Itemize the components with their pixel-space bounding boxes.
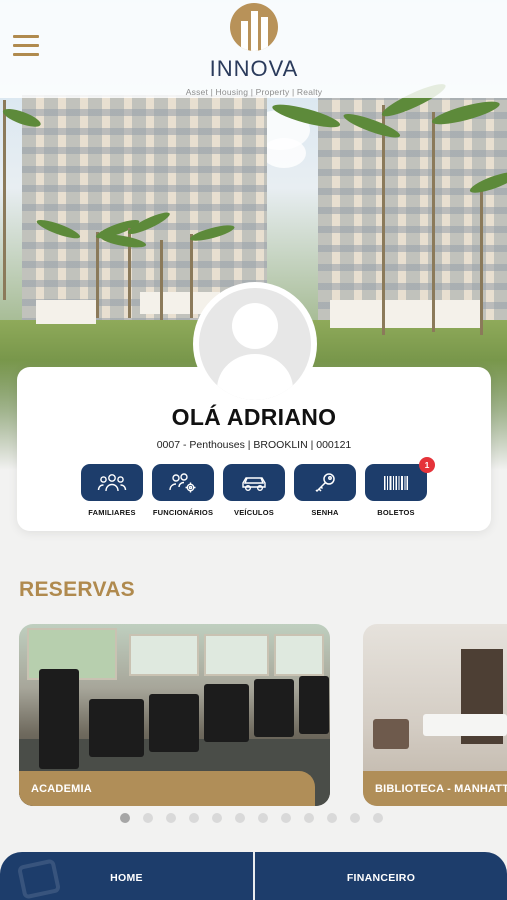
carousel-dot[interactable]: [373, 813, 383, 823]
bottom-navigation: HOME FINANCEIRO: [0, 852, 507, 900]
carousel-dot[interactable]: [212, 813, 222, 823]
carousel-dot[interactable]: [258, 813, 268, 823]
greeting-title: OLÁ ADRIANO: [171, 404, 337, 430]
funcionarios-label: FUNCIONÁRIOS: [152, 508, 214, 517]
brand-logo: INNOVA Asset | Housing | Property | Real…: [183, 3, 325, 97]
app-header: INNOVA Asset | Housing | Property | Real…: [0, 0, 507, 98]
reservas-section-title: RESERVAS: [19, 578, 135, 601]
employees-icon: [169, 472, 196, 492]
carousel-dot[interactable]: [304, 813, 314, 823]
reserva-label-academia: ACADEMIA: [19, 771, 315, 806]
carousel-dot[interactable]: [143, 813, 153, 823]
key-icon: [315, 472, 335, 492]
senha-button[interactable]: SENHA: [294, 464, 356, 517]
carousel-dot[interactable]: [235, 813, 245, 823]
boletos-button[interactable]: 1 BOLETOS: [365, 457, 435, 517]
barcode-icon: [384, 475, 408, 490]
hamburger-menu-icon[interactable]: [13, 35, 39, 57]
carousel-dot[interactable]: [120, 813, 130, 823]
avatar[interactable]: [193, 282, 317, 406]
reserva-label-biblioteca: BIBLIOTECA - MANHATTAN: [363, 771, 507, 806]
brand-tagline: Asset | Housing | Property | Realty: [185, 87, 323, 97]
brand-name: INNOVA: [209, 56, 299, 81]
veiculos-label: VEÍCULOS: [234, 508, 274, 517]
carousel-dot[interactable]: [327, 813, 337, 823]
family-icon: [97, 473, 127, 491]
avatar-placeholder-icon: [199, 288, 311, 400]
carousel-dot[interactable]: [189, 813, 199, 823]
carousel-dot[interactable]: [281, 813, 291, 823]
car-icon: [242, 476, 266, 491]
boletos-notification-badge: 1: [419, 457, 435, 473]
familiares-label: FAMILIARES: [88, 508, 136, 517]
carousel-dot[interactable]: [350, 813, 360, 823]
unit-info: 0007 - Penthouses | BROOKLIN | 000121: [156, 439, 352, 451]
reserva-card-biblioteca[interactable]: BIBLIOTECA - MANHATTAN: [363, 624, 507, 806]
nav-item-financeiro[interactable]: FINANCEIRO: [255, 852, 507, 900]
carousel-dot[interactable]: [166, 813, 176, 823]
senha-label: SENHA: [311, 508, 339, 517]
reserva-card-academia[interactable]: ACADEMIA: [19, 624, 330, 806]
nav-item-home[interactable]: HOME: [0, 852, 253, 900]
brand-logo-mark: [230, 3, 278, 51]
boletos-label: BOLETOS: [377, 508, 415, 517]
funcionarios-button[interactable]: FUNCIONÁRIOS: [152, 464, 214, 517]
veiculos-button[interactable]: VEÍCULOS: [223, 464, 285, 517]
familiares-button[interactable]: FAMILIARES: [81, 464, 143, 517]
